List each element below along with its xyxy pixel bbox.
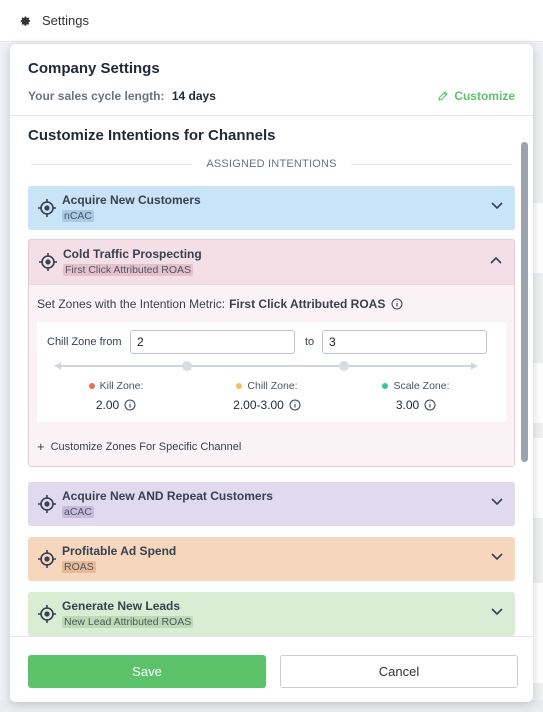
customize-zones-label: Customize Zones For Specific Channel [50,440,242,453]
to-label: to [305,336,315,348]
metric-prefix: Set Zones with the Intention Metric: [37,297,226,311]
save-button[interactable]: Save [28,655,266,688]
target-icon [38,199,56,217]
sales-cycle-label: Your sales cycle length: [28,89,165,103]
kill-zone-dot [88,383,95,389]
intention-metric-tag: New Lead Attributed ROAS [62,616,194,628]
scale-zone-label: Scale Zone: [393,380,450,392]
modal-footer: Save Cancel [10,636,533,702]
top-bar: Settings [0,0,543,42]
scale-zone: Scale Zone: 3.00 [361,380,471,412]
modal-scrollbar[interactable] [521,142,528,462]
info-icon[interactable] [124,399,136,411]
gear-icon [20,16,31,26]
intention-title: Generate New Leads [62,599,181,613]
info-icon[interactable] [424,399,436,411]
intention-metric-tag: ROAS [62,561,96,573]
chevron-down-icon[interactable] [491,608,503,616]
pencil-icon [438,91,449,101]
info-icon[interactable] [289,399,301,411]
chill-zone: Chill Zone: 2.00-3.00 [212,380,322,412]
chill-zone-dot [236,383,243,389]
chill-zone-value: 2.00-3.00 [233,398,284,412]
page-title: Settings [42,13,89,28]
chill-zone-label: Chill Zone: [247,380,298,392]
company-settings-heading: Company Settings [28,60,160,77]
intention-card-generate-new-leads[interactable]: Generate New Leads New Lead Attributed R… [28,592,515,636]
target-icon [38,550,56,568]
slider-handle-to [339,361,349,371]
company-settings-section: Company Settings Your sales cycle length… [10,44,533,103]
modal-scroll-area: Company Settings Your sales cycle length… [10,44,533,636]
chevron-down-icon[interactable] [491,498,503,506]
intentions-heading: Customize Intentions for Channels [28,127,276,144]
intention-title: Acquire New Customers [62,193,201,207]
info-icon[interactable] [391,298,403,310]
intention-title: Acquire New AND Repeat Customers [62,489,273,503]
customize-zones-specific-channel-button[interactable]: + Customize Zones For Specific Channel [29,422,514,454]
intention-metric-row: Set Zones with the Intention Metric: Fir… [29,285,514,311]
target-icon [38,495,56,513]
intention-metric-tag: aCAC [62,506,95,518]
intention-title: Profitable Ad Spend [62,544,177,558]
metric-name: First Click Attributed ROAS [229,297,386,311]
zone-settings-panel: Chill Zone from to Kill Zone: 2.00 [37,322,506,422]
intention-metric-tag: First Click Attributed ROAS [63,264,194,276]
plus-icon: + [37,439,45,454]
chevron-up-icon[interactable] [490,256,502,264]
sales-cycle: Your sales cycle length: 14 days [28,89,216,103]
chill-zone-from-label: Chill Zone from [47,336,122,348]
intention-metric-tag: nCAC [62,210,95,222]
intention-card-profitable-ad-spend[interactable]: Profitable Ad Spend ROAS [28,537,515,581]
slider-handle-from [182,361,192,371]
intention-card-acquire-new-and-repeat[interactable]: Acquire New AND Repeat Customers aCAC [28,482,515,526]
scale-zone-value: 3.00 [395,398,420,412]
scale-zone-dot [382,383,389,389]
intention-card-acquire-new-customers[interactable]: Acquire New Customers nCAC [28,186,515,230]
sales-cycle-value: 14 days [171,89,216,103]
assigned-intentions-divider: ASSIGNED INTENTIONS [31,158,513,170]
kill-zone-value: 2.00 [95,398,120,412]
customize-label: Customize [454,89,515,103]
chill-zone-to-input[interactable] [322,330,487,354]
intention-title: Cold Traffic Prospecting [63,247,202,261]
intention-card-cold-traffic-prospecting[interactable]: Cold Traffic Prospecting First Click Att… [28,239,515,467]
cancel-button[interactable]: Cancel [280,655,518,688]
chevron-down-icon[interactable] [491,553,503,561]
chevron-down-icon[interactable] [491,202,503,210]
settings-modal: Company Settings Your sales cycle length… [10,44,533,702]
kill-zone-label: Kill Zone: [99,380,144,392]
zone-range-slider[interactable] [49,360,483,372]
chill-zone-from-input[interactable] [130,330,295,354]
intention-details: Set Zones with the Intention Metric: Fir… [29,284,514,466]
kill-zone: Kill Zone: 2.00 [61,380,171,412]
target-icon [38,605,56,623]
target-icon [39,253,57,271]
customize-button[interactable]: Customize [437,89,515,103]
assigned-intentions-label: ASSIGNED INTENTIONS [206,158,337,170]
